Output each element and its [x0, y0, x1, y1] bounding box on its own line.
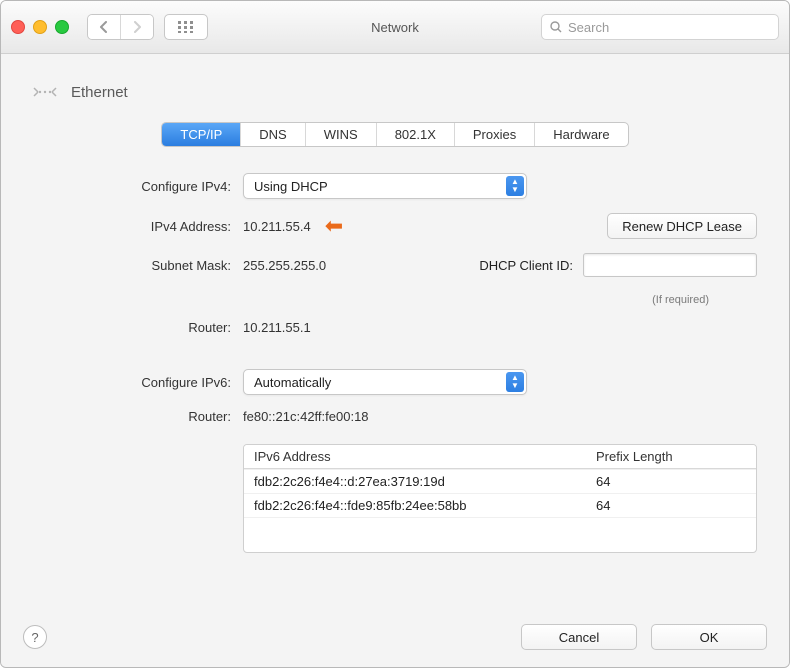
configure-ipv6-select[interactable]: Automatically ▲▼	[243, 369, 527, 395]
help-button[interactable]: ?	[23, 625, 47, 649]
configure-ipv4-value: Using DHCP	[254, 179, 328, 194]
cancel-button[interactable]: Cancel	[521, 624, 637, 650]
router6-value: fe80::21c:42ff:fe00:18	[243, 409, 369, 424]
minimize-window-button[interactable]	[33, 20, 47, 34]
subnet-mask-value: 255.255.255.0	[243, 258, 326, 273]
ethernet-icon	[33, 82, 57, 102]
configure-ipv6-row: Automatically ▲▼	[243, 369, 757, 395]
callout-arrow-icon: ⬅	[325, 213, 343, 239]
window-controls	[11, 20, 69, 34]
chevron-up-down-icon: ▲▼	[506, 176, 524, 196]
configure-ipv4-label: Configure IPv4:	[33, 179, 243, 194]
ipv6-row-addr: fdb2:2c26:f4e4::fde9:85fb:24ee:58bb	[254, 498, 596, 513]
if-required-note: (If required)	[652, 294, 709, 306]
tab-proxies[interactable]: Proxies	[454, 123, 534, 146]
tab-dns[interactable]: DNS	[240, 123, 304, 146]
ipv6-header-prefix: Prefix Length	[596, 449, 746, 464]
ipv6-header-address: IPv6 Address	[254, 449, 596, 464]
tab-tcpip[interactable]: TCP/IP	[162, 123, 240, 146]
subnet-mask-label: Subnet Mask:	[33, 258, 243, 273]
ipv4-address-cell: 10.211.55.4 ⬅	[243, 213, 343, 239]
configure-ipv4-row: Using DHCP ▲▼	[243, 173, 757, 199]
configure-ipv6-label: Configure IPv6:	[33, 375, 243, 390]
ipv6-row-addr: fdb2:2c26:f4e4::d:27ea:3719:19d	[254, 474, 596, 489]
tabs: TCP/IP DNS WINS 802.1X Proxies Hardware	[33, 122, 757, 147]
nav-forward-button[interactable]	[120, 15, 153, 39]
close-window-button[interactable]	[11, 20, 25, 34]
ipv6-table: IPv6 Address Prefix Length fdb2:2c26:f4e…	[243, 444, 757, 553]
footer-buttons: Cancel OK	[521, 624, 767, 650]
ipv6-row-prefix: 64	[596, 498, 746, 513]
ipv4-address-value: 10.211.55.4	[243, 219, 311, 234]
dhcp-client-id-label: DHCP Client ID:	[479, 258, 573, 273]
tab-wins[interactable]: WINS	[305, 123, 376, 146]
configure-ipv6-value: Automatically	[254, 375, 331, 390]
network-window: Network Search Ethernet TCP/IP DNS WINS …	[0, 0, 790, 668]
configure-ipv4-select[interactable]: Using DHCP ▲▼	[243, 173, 527, 199]
tab-8021x[interactable]: 802.1X	[376, 123, 454, 146]
ipv6-row-prefix: 64	[596, 474, 746, 489]
table-row[interactable]: fdb2:2c26:f4e4::fde9:85fb:24ee:58bb 64	[244, 493, 756, 517]
search-icon	[550, 21, 562, 33]
breadcrumb: Ethernet	[33, 82, 757, 102]
search-placeholder: Search	[568, 20, 609, 35]
show-all-button[interactable]	[164, 14, 208, 40]
footer: ? Cancel OK	[23, 624, 767, 650]
search-wrap: Search	[541, 14, 779, 40]
router-label: Router:	[33, 320, 243, 335]
ok-button[interactable]: OK	[651, 624, 767, 650]
zoom-window-button[interactable]	[55, 20, 69, 34]
subnet-mask-row: 255.255.255.0 DHCP Client ID:	[243, 253, 757, 277]
tcpip-form: Configure IPv4: Using DHCP ▲▼ IPv4 Addre…	[33, 173, 757, 553]
tab-hardware[interactable]: Hardware	[534, 123, 627, 146]
ipv4-address-row: 10.211.55.4 ⬅ Renew DHCP Lease	[243, 213, 757, 239]
nav-back-button[interactable]	[88, 15, 120, 39]
pane-body: Ethernet TCP/IP DNS WINS 802.1X Proxies …	[1, 54, 789, 668]
router-value: 10.211.55.1	[243, 320, 311, 335]
dhcp-client-id-input[interactable]	[583, 253, 757, 277]
breadcrumb-label: Ethernet	[71, 84, 128, 101]
chevron-up-down-icon: ▲▼	[506, 372, 524, 392]
router6-label: Router:	[33, 409, 243, 424]
table-row-empty	[244, 517, 756, 552]
renew-dhcp-button[interactable]: Renew DHCP Lease	[607, 213, 757, 239]
ipv6-table-header: IPv6 Address Prefix Length	[244, 445, 756, 469]
ipv4-address-label: IPv4 Address:	[33, 219, 243, 234]
nav-back-forward	[87, 14, 154, 40]
search-input[interactable]: Search	[541, 14, 779, 40]
table-row[interactable]: fdb2:2c26:f4e4::d:27ea:3719:19d 64	[244, 469, 756, 493]
titlebar: Network Search	[1, 1, 789, 54]
tab-bar: TCP/IP DNS WINS 802.1X Proxies Hardware	[161, 122, 628, 147]
